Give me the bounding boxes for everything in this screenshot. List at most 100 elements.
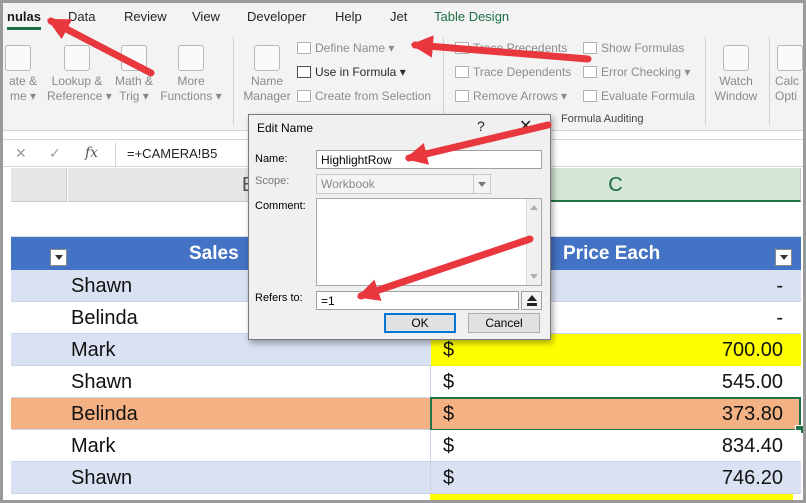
name-input[interactable]	[316, 150, 542, 169]
use-in-formula-button[interactable]: Use in Formula ▾	[297, 65, 406, 79]
currency-symbol: $	[443, 467, 455, 489]
ribbon-separator	[705, 37, 706, 125]
app-window: nulas Data Review View Developer Help Je…	[0, 0, 806, 503]
collapse-dialog-icon[interactable]	[521, 291, 542, 310]
column-header-a[interactable]	[11, 168, 67, 202]
error-checking-button[interactable]: Error Checking ▾	[583, 65, 690, 79]
trace-precedents-button[interactable]: Trace Precedents	[455, 41, 567, 55]
help-icon[interactable]: ?	[477, 118, 485, 134]
tab-view[interactable]: View	[192, 9, 220, 24]
more-functions-icon	[178, 45, 204, 71]
salesperson-cell[interactable]: Shawn	[71, 366, 132, 398]
name-manager-button[interactable]: Name Manager	[239, 45, 295, 104]
trace-dependents-button[interactable]: Trace Dependents	[455, 65, 571, 79]
tab-data[interactable]: Data	[68, 9, 95, 24]
edit-name-dialog: Edit Name ? ✕ Name: Scope: Workbook Comm…	[248, 114, 551, 340]
formula-icon	[297, 66, 311, 78]
tab-developer[interactable]: Developer	[247, 9, 306, 24]
yellow-highlight-cell	[430, 494, 793, 500]
dialog-title: Edit Name	[257, 121, 314, 135]
scope-value: Workbook	[321, 177, 375, 191]
theta-icon	[121, 45, 147, 71]
table-row[interactable]: Mark $ 834.40	[11, 430, 801, 462]
price-cell[interactable]: 373.80	[722, 398, 783, 430]
price-cell[interactable]: 746.20	[722, 462, 783, 494]
math-trig-button[interactable]: Math & Trig ▾	[111, 45, 157, 104]
trace-precedents-icon	[455, 42, 469, 54]
price-cell[interactable]: 545.00	[722, 366, 783, 398]
currency-symbol: $	[443, 435, 455, 457]
enter-formula-icon[interactable]: ✓	[49, 145, 61, 162]
remove-arrows-button[interactable]: Remove Arrows ▾	[455, 89, 567, 103]
lookup-reference-button[interactable]: Lookup & Reference ▾	[47, 45, 112, 104]
refers-to-input[interactable]	[316, 291, 519, 310]
table-row[interactable]: Shawn $ 746.20	[11, 462, 801, 494]
lookup-icon	[64, 45, 90, 71]
price-cell[interactable]: 834.40	[722, 430, 783, 462]
comment-textarea[interactable]	[316, 198, 542, 286]
name-label: Name:	[255, 153, 288, 165]
scope-label: Scope:	[255, 175, 290, 187]
highlighted-table-row[interactable]: Belinda $ 373.80	[11, 397, 803, 434]
ribbon-separator	[443, 37, 444, 125]
trace-dependents-icon	[455, 66, 469, 78]
cell-divider	[430, 462, 431, 494]
ok-button[interactable]: OK	[384, 313, 456, 333]
filter-dropdown-icon[interactable]	[50, 249, 67, 266]
tab-formulas[interactable]: nulas	[7, 9, 41, 30]
comment-label: Comment:	[255, 200, 306, 212]
cell-divider	[430, 366, 431, 398]
tab-jet[interactable]: Jet	[390, 9, 407, 24]
scroll-down-icon[interactable]	[530, 274, 538, 279]
salesperson-cell[interactable]: Shawn	[71, 462, 132, 494]
scope-select[interactable]: Workbook	[316, 174, 491, 194]
calculation-options-button[interactable]: Calc Opti	[775, 45, 803, 104]
remove-arrows-icon	[455, 90, 469, 102]
tab-review[interactable]: Review	[124, 9, 167, 24]
chevron-down-icon	[473, 175, 490, 193]
cancel-formula-icon[interactable]: ✕	[15, 145, 27, 162]
tab-help[interactable]: Help	[335, 9, 362, 24]
watch-window-button[interactable]: Watch Window	[711, 45, 761, 104]
cancel-button[interactable]: Cancel	[468, 313, 540, 333]
more-functions-button[interactable]: More Functions ▾	[159, 45, 223, 104]
calculator-icon	[777, 45, 803, 71]
comment-scrollbar[interactable]	[526, 199, 541, 285]
warning-icon	[583, 66, 597, 78]
create-from-selection-button[interactable]: Create from Selection	[297, 89, 431, 103]
price-cell[interactable]: -	[776, 302, 783, 334]
evaluate-icon	[583, 90, 597, 102]
evaluate-formula-button[interactable]: Evaluate Formula	[583, 89, 695, 103]
ribbon-tab-bar: nulas Data Review View Developer Help Je…	[3, 3, 803, 31]
salesperson-cell[interactable]: Belinda	[71, 302, 138, 334]
price-cell[interactable]: 700.00	[722, 334, 783, 366]
insert-function-icon[interactable]: fx	[85, 145, 98, 161]
price-cell[interactable]: -	[776, 270, 783, 302]
fx-icon	[583, 42, 597, 54]
scroll-up-icon[interactable]	[530, 205, 538, 210]
refers-to-label: Refers to:	[255, 292, 303, 304]
salesperson-cell[interactable]: Mark	[71, 334, 115, 366]
price-each-header[interactable]: Price Each	[563, 237, 660, 270]
tag-icon	[254, 45, 280, 71]
filter-dropdown-icon[interactable]	[775, 249, 792, 266]
currency-symbol: $	[443, 403, 455, 425]
sales-header[interactable]: Sales	[189, 237, 239, 270]
formula-input[interactable]: =+CAMERA!B5	[127, 146, 217, 161]
table-row[interactable]: Shawn $ 545.00	[11, 366, 801, 398]
salesperson-cell[interactable]: Shawn	[71, 270, 132, 302]
salesperson-cell[interactable]: Mark	[71, 430, 115, 462]
currency-symbol: $	[443, 371, 455, 393]
show-formulas-button[interactable]: Show Formulas	[583, 41, 684, 55]
tab-table-design[interactable]: Table Design	[434, 9, 509, 24]
glasses-icon	[723, 45, 749, 71]
formula-bar-divider	[115, 142, 116, 166]
cell-divider	[430, 430, 431, 462]
formula-auditing-group-label: Formula Auditing	[561, 113, 644, 125]
date-time-button[interactable]: ate & me ▾	[3, 45, 43, 104]
salesperson-cell[interactable]: Belinda	[71, 398, 138, 430]
ribbon-separator	[233, 37, 234, 125]
define-name-button[interactable]: Define Name ▾	[297, 41, 394, 55]
grid-icon	[297, 90, 311, 102]
close-icon[interactable]: ✕	[519, 116, 532, 136]
